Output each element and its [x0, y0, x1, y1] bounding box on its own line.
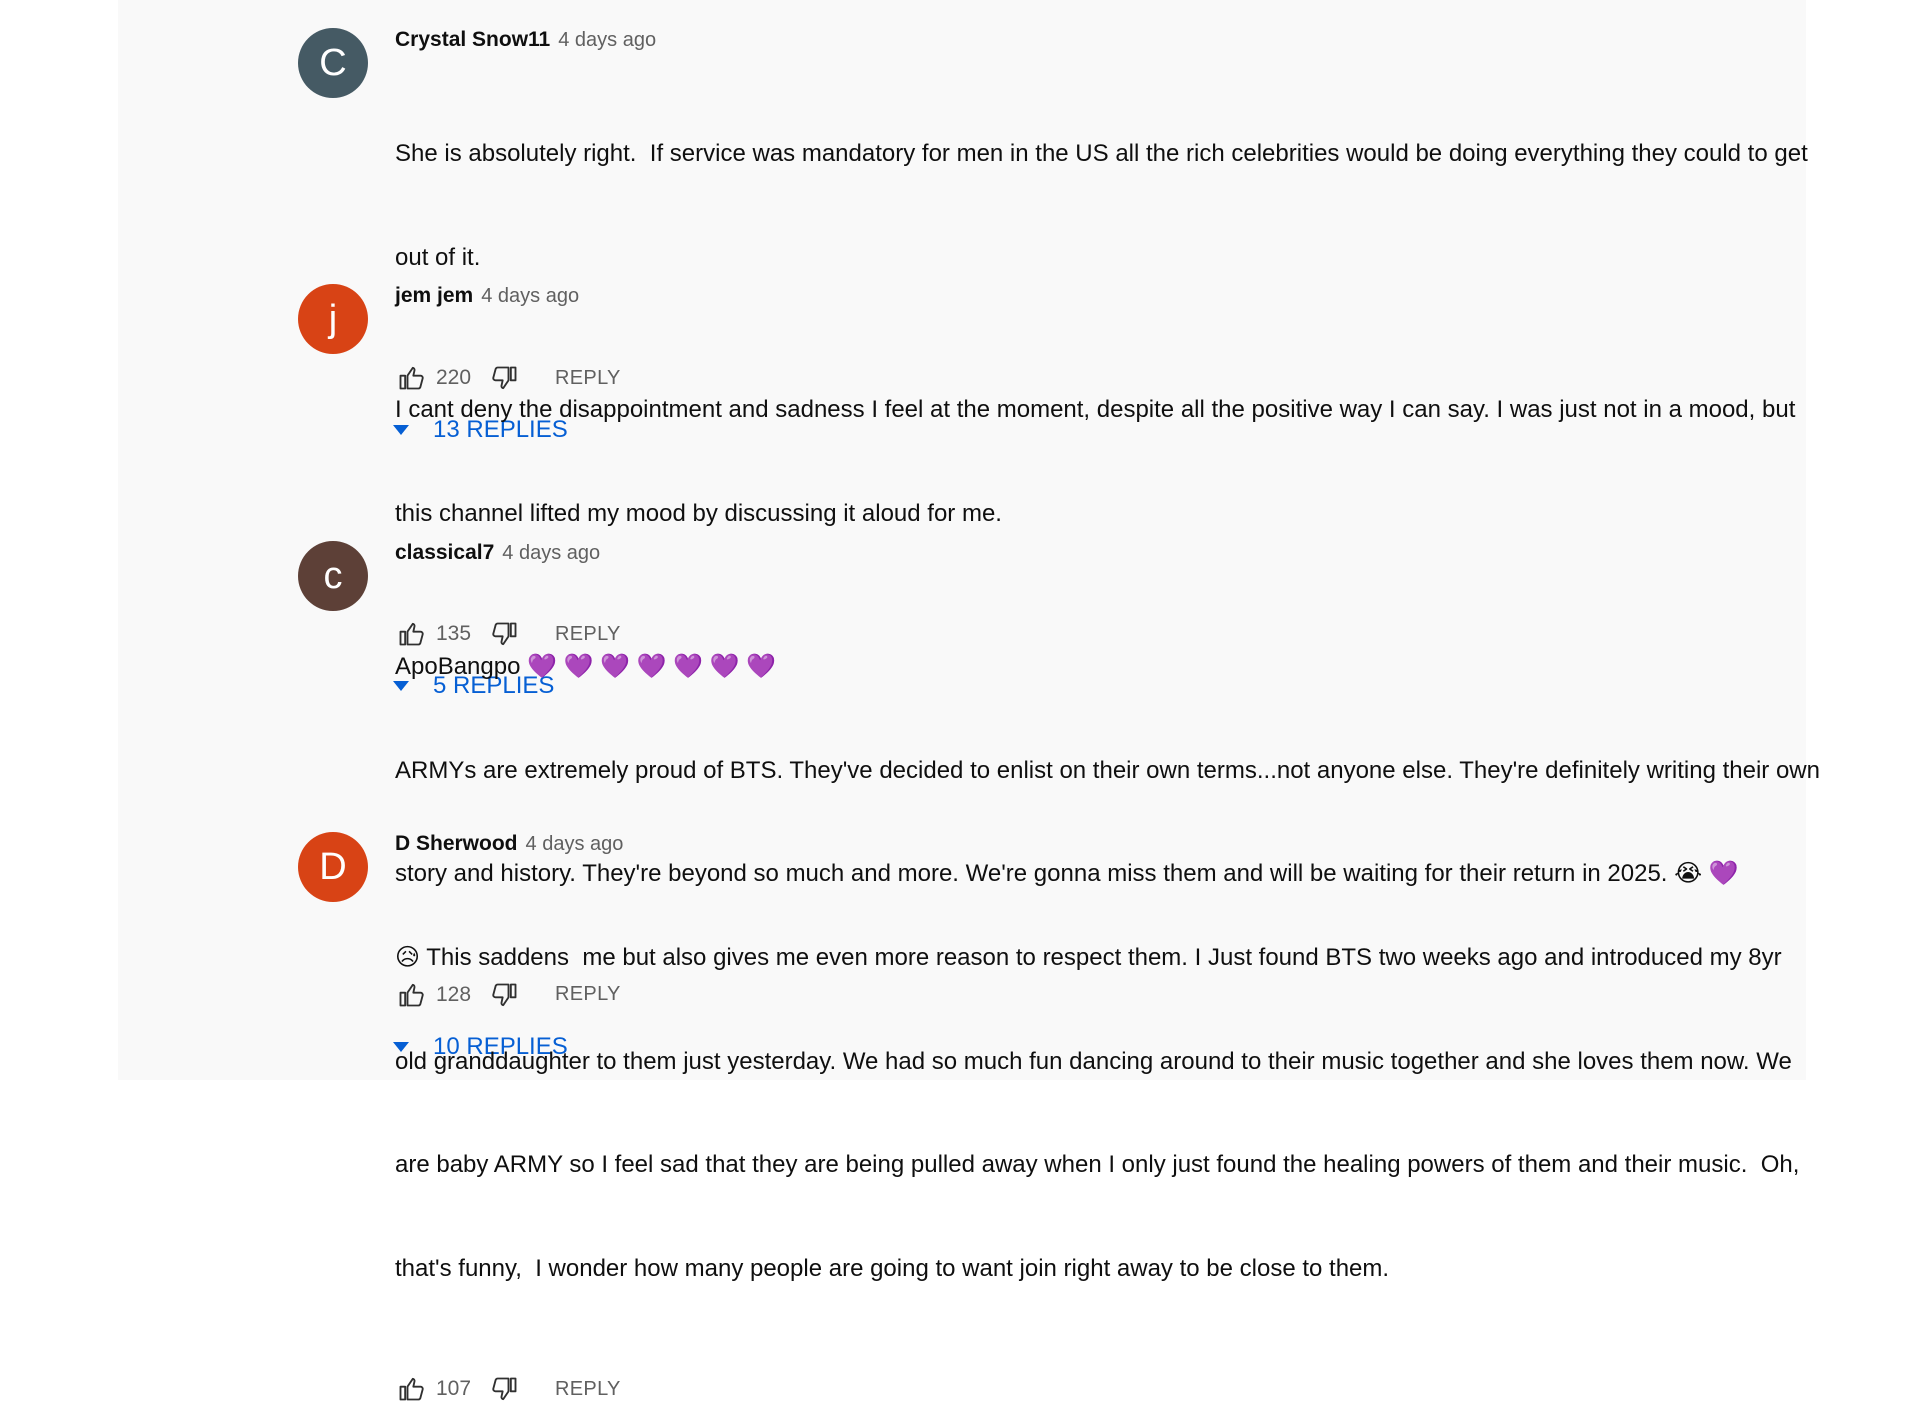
comments-panel: C Crystal Snow11 4 days ago She is absol…: [118, 0, 1820, 1401]
comment-actions: 107 REPLY: [395, 1369, 1855, 1409]
comment-line: 😥 This saddens me but also gives me even…: [395, 944, 1782, 971]
avatar[interactable]: C: [298, 28, 368, 98]
author-name[interactable]: Crystal Snow11: [395, 28, 550, 52]
comment-line: She is absolutely right. If service was …: [395, 140, 1808, 167]
comment-line: this channel lifted my mood by discussin…: [395, 499, 1002, 527]
comment-line: that's funny, I wonder how many people a…: [395, 1254, 1390, 1282]
author-name[interactable]: jem jem: [395, 284, 473, 308]
comment-line: I cant deny the disappointment and sadne…: [395, 396, 1796, 423]
comment-line: are baby ARMY so I feel sad that they ar…: [395, 1151, 1800, 1178]
avatar[interactable]: j: [298, 284, 368, 354]
thumbs-down-icon[interactable]: [489, 1373, 521, 1405]
like-count: 107: [436, 1377, 472, 1400]
comment-text: 😥 This saddens me but also gives me even…: [395, 872, 1855, 1355]
timestamp[interactable]: 4 days ago: [481, 285, 579, 308]
avatar[interactable]: c: [298, 541, 368, 611]
timestamp[interactable]: 4 days ago: [526, 833, 624, 856]
comment-line: out of it.: [395, 243, 481, 271]
comment-line: ApoBangpo 💜 💜 💜 💜 💜 💜 💜: [395, 653, 777, 680]
comment-line: ARMYs are extremely proud of BTS. They'v…: [395, 756, 1820, 784]
author-name[interactable]: D Sherwood: [395, 832, 518, 856]
comment-line: old granddaughter to them just yesterday…: [395, 1047, 1792, 1075]
timestamp[interactable]: 4 days ago: [558, 29, 656, 52]
avatar[interactable]: D: [298, 832, 368, 902]
thumbs-up-icon[interactable]: [395, 1373, 427, 1405]
author-name[interactable]: classical7: [395, 541, 494, 565]
timestamp[interactable]: 4 days ago: [502, 542, 600, 565]
reply-button[interactable]: REPLY: [555, 1378, 621, 1401]
